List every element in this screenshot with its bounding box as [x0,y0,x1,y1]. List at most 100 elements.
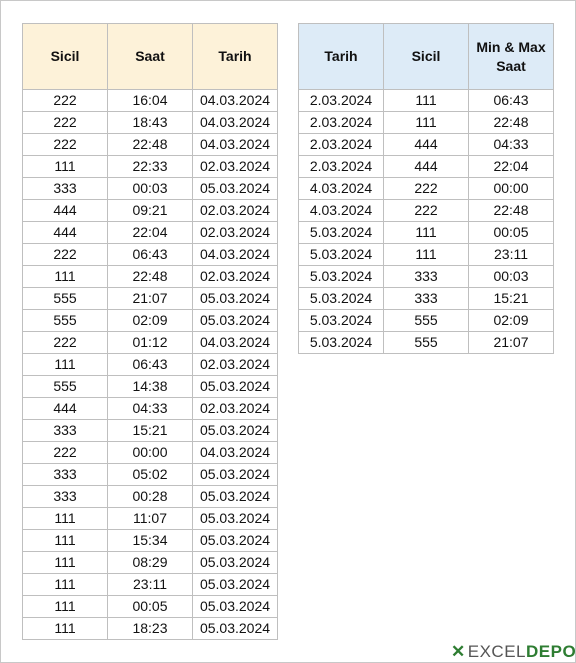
cell-sicil[interactable]: 111 [383,89,469,112]
cell-tarih[interactable]: 05.03.2024 [192,485,278,508]
cell-sicil[interactable]: 222 [22,133,108,156]
column-header-min-max-saat[interactable]: Min & Max Saat [468,23,554,90]
cell-tarih[interactable]: 02.03.2024 [192,199,278,222]
cell-tarih[interactable]: 2.03.2024 [298,111,384,134]
cell-tarih[interactable]: 2.03.2024 [298,133,384,156]
cell-min-max-saat[interactable]: 15:21 [468,287,554,310]
cell-tarih[interactable]: 05.03.2024 [192,573,278,596]
cell-tarih[interactable]: 02.03.2024 [192,397,278,420]
column-header-sicil[interactable]: Sicil [22,23,108,90]
cell-sicil[interactable]: 444 [22,199,108,222]
cell-saat[interactable]: 01:12 [107,331,193,354]
cell-saat[interactable]: 21:07 [107,287,193,310]
column-header-tarih[interactable]: Tarih [192,23,278,90]
cell-sicil[interactable]: 111 [22,551,108,574]
cell-min-max-saat[interactable]: 00:00 [468,177,554,200]
cell-min-max-saat[interactable]: 06:43 [468,89,554,112]
cell-tarih[interactable]: 2.03.2024 [298,155,384,178]
cell-sicil[interactable]: 222 [22,89,108,112]
cell-tarih[interactable]: 05.03.2024 [192,617,278,640]
cell-sicil[interactable]: 111 [383,221,469,244]
cell-sicil[interactable]: 111 [22,595,108,618]
cell-sicil[interactable]: 111 [22,353,108,376]
cell-sicil[interactable]: 555 [22,287,108,310]
cell-sicil[interactable]: 111 [22,265,108,288]
cell-sicil[interactable]: 222 [22,243,108,266]
cell-sicil[interactable]: 333 [22,485,108,508]
cell-min-max-saat[interactable]: 04:33 [468,133,554,156]
cell-sicil[interactable]: 222 [383,199,469,222]
cell-tarih[interactable]: 04.03.2024 [192,111,278,134]
column-header-saat[interactable]: Saat [107,23,193,90]
cell-sicil[interactable]: 222 [22,111,108,134]
cell-min-max-saat[interactable]: 22:48 [468,111,554,134]
cell-sicil[interactable]: 222 [22,441,108,464]
cell-saat[interactable]: 22:48 [107,133,193,156]
cell-min-max-saat[interactable]: 21:07 [468,331,554,354]
cell-tarih[interactable]: 04.03.2024 [192,89,278,112]
cell-tarih[interactable]: 5.03.2024 [298,331,384,354]
cell-sicil[interactable]: 333 [383,265,469,288]
cell-saat[interactable]: 06:43 [107,353,193,376]
cell-saat[interactable]: 06:43 [107,243,193,266]
cell-saat[interactable]: 22:48 [107,265,193,288]
cell-sicil[interactable]: 111 [383,243,469,266]
cell-saat[interactable]: 18:43 [107,111,193,134]
cell-sicil[interactable]: 555 [22,309,108,332]
cell-min-max-saat[interactable]: 00:03 [468,265,554,288]
cell-tarih[interactable]: 5.03.2024 [298,243,384,266]
cell-tarih[interactable]: 05.03.2024 [192,177,278,200]
cell-sicil[interactable]: 444 [383,155,469,178]
cell-sicil[interactable]: 555 [22,375,108,398]
cell-tarih[interactable]: 05.03.2024 [192,375,278,398]
cell-saat[interactable]: 02:09 [107,309,193,332]
cell-min-max-saat[interactable]: 02:09 [468,309,554,332]
cell-sicil[interactable]: 111 [22,617,108,640]
cell-sicil[interactable]: 444 [22,221,108,244]
cell-saat[interactable]: 15:21 [107,419,193,442]
cell-saat[interactable]: 23:11 [107,573,193,596]
cell-tarih[interactable]: 02.03.2024 [192,221,278,244]
cell-tarih[interactable]: 02.03.2024 [192,265,278,288]
cell-sicil[interactable]: 555 [383,331,469,354]
cell-tarih[interactable]: 05.03.2024 [192,287,278,310]
cell-tarih[interactable]: 04.03.2024 [192,331,278,354]
cell-saat[interactable]: 14:38 [107,375,193,398]
cell-tarih[interactable]: 04.03.2024 [192,133,278,156]
cell-sicil[interactable]: 333 [383,287,469,310]
cell-saat[interactable]: 22:04 [107,221,193,244]
cell-tarih[interactable]: 2.03.2024 [298,89,384,112]
cell-sicil[interactable]: 111 [383,111,469,134]
cell-tarih[interactable]: 05.03.2024 [192,595,278,618]
cell-sicil[interactable]: 111 [22,507,108,530]
cell-saat[interactable]: 18:23 [107,617,193,640]
cell-saat[interactable]: 15:34 [107,529,193,552]
cell-sicil[interactable]: 333 [22,419,108,442]
cell-tarih[interactable]: 02.03.2024 [192,353,278,376]
cell-saat[interactable]: 22:33 [107,155,193,178]
cell-min-max-saat[interactable]: 23:11 [468,243,554,266]
cell-saat[interactable]: 00:03 [107,177,193,200]
cell-tarih[interactable]: 02.03.2024 [192,155,278,178]
cell-tarih[interactable]: 05.03.2024 [192,463,278,486]
cell-tarih[interactable]: 05.03.2024 [192,419,278,442]
cell-tarih[interactable]: 5.03.2024 [298,265,384,288]
cell-sicil[interactable]: 555 [383,309,469,332]
cell-saat[interactable]: 00:28 [107,485,193,508]
cell-saat[interactable]: 00:00 [107,441,193,464]
cell-min-max-saat[interactable]: 00:05 [468,221,554,244]
cell-sicil[interactable]: 222 [383,177,469,200]
cell-tarih[interactable]: 05.03.2024 [192,529,278,552]
cell-min-max-saat[interactable]: 22:04 [468,155,554,178]
cell-tarih[interactable]: 4.03.2024 [298,177,384,200]
cell-sicil[interactable]: 222 [22,331,108,354]
cell-tarih[interactable]: 05.03.2024 [192,507,278,530]
cell-saat[interactable]: 09:21 [107,199,193,222]
column-header-tarih[interactable]: Tarih [298,23,384,90]
cell-sicil[interactable]: 111 [22,529,108,552]
cell-saat[interactable]: 00:05 [107,595,193,618]
cell-tarih[interactable]: 05.03.2024 [192,551,278,574]
cell-sicil[interactable]: 333 [22,177,108,200]
cell-saat[interactable]: 16:04 [107,89,193,112]
cell-tarih[interactable]: 5.03.2024 [298,287,384,310]
